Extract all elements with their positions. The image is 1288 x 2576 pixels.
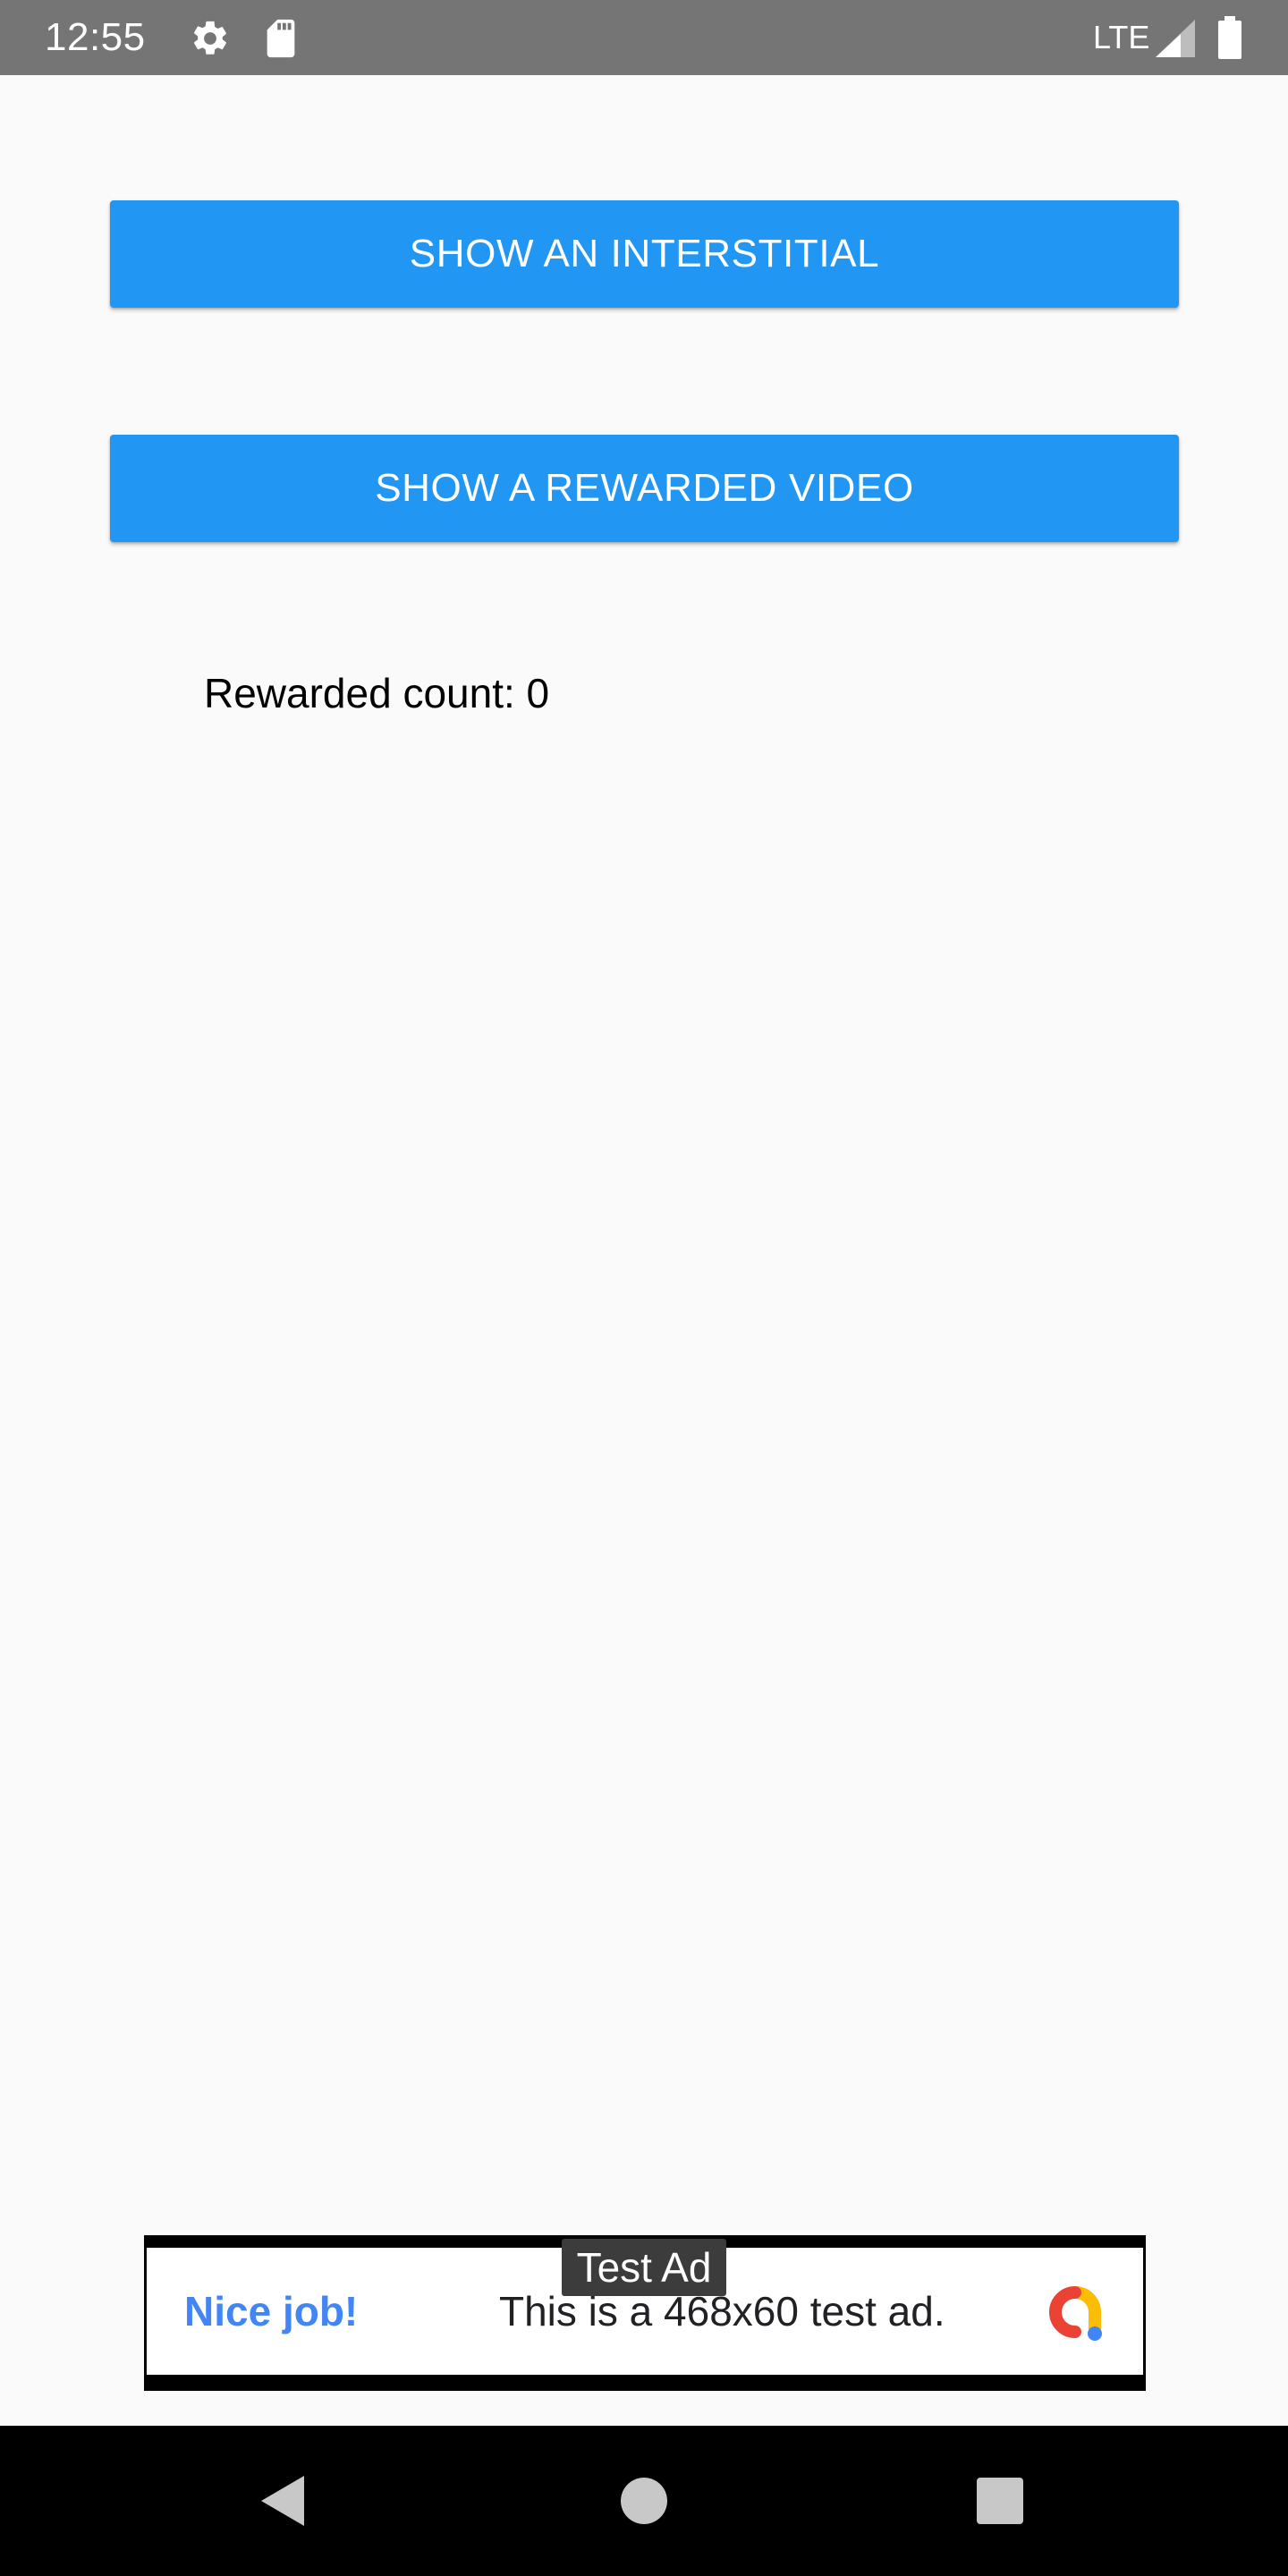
back-icon[interactable] (258, 2474, 308, 2528)
test-ad-label: Test Ad (562, 2239, 726, 2296)
show-interstitial-button[interactable]: SHOW AN INTERSTITIAL (110, 200, 1179, 308)
sd-card-icon (267, 19, 295, 58)
navigation-bar (0, 2426, 1288, 2576)
signal-icon (1156, 20, 1195, 57)
status-bar: 12:55 LTE (0, 0, 1288, 75)
home-icon[interactable] (621, 2478, 667, 2524)
recents-icon[interactable] (977, 2478, 1023, 2524)
gear-icon (193, 21, 226, 55)
show-rewarded-video-button[interactable]: SHOW A REWARDED VIDEO (110, 435, 1179, 542)
status-time: 12:55 (45, 15, 146, 59)
network-type-label: LTE (1093, 19, 1150, 55)
rewarded-count-label: Rewarded count: 0 (204, 670, 550, 716)
battery-icon (1218, 16, 1241, 59)
ad-headline[interactable]: Nice job! (184, 2248, 358, 2375)
admob-logo-icon[interactable] (1041, 2280, 1109, 2344)
